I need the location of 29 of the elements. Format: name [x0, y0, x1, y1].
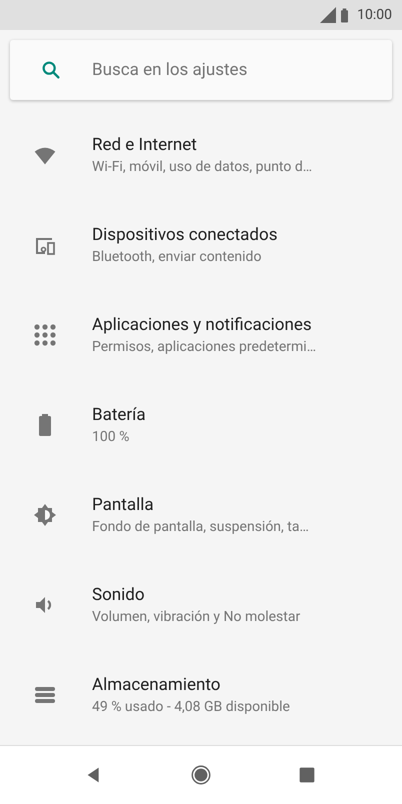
- settings-item[interactable]: Pantalla Fondo de pantalla, suspensión, ta…: [0, 470, 402, 560]
- settings-item[interactable]: Sonido Volumen, vibración y No molestar: [0, 560, 402, 650]
- item-title: Aplicaciones y notificaciones: [92, 315, 313, 335]
- item-summary: Volumen, vibración y No molestar: [92, 609, 300, 625]
- item-summary: Wi-Fi, móvil, uso de datos, punto d…: [92, 159, 312, 175]
- item-title: Almacenamiento: [92, 675, 222, 695]
- settings-item[interactable]: Batería 100 %: [0, 380, 402, 470]
- settings-item[interactable]: Aplicaciones y notificaciones Permisos, aplicaciones predetermi…: [0, 290, 402, 380]
- item-title: Dispositivos conectados: [92, 225, 278, 245]
- search-field[interactable]: Busca en los ajustes: [92, 60, 352, 80]
- item-summary: 100 %: [92, 429, 130, 445]
- apps-grid-icon: [32, 323, 56, 347]
- home-icon: [190, 764, 212, 786]
- battery-icon: [341, 8, 348, 22]
- settings-item[interactable]: Almacenamiento 49 % usado - 4,08 GB disponible: [0, 650, 402, 740]
- clock: 10:00: [357, 7, 392, 23]
- search-icon: [40, 59, 62, 81]
- item-title: Sonido: [92, 585, 146, 605]
- item-summary: 49 % usado - 4,08 GB disponible: [92, 699, 290, 715]
- item-summary: Bluetooth, enviar contenido: [92, 249, 262, 265]
- signal-icon: [320, 7, 336, 23]
- item-title: Pantalla: [92, 495, 155, 515]
- item-title: Red e Internet: [92, 135, 198, 155]
- item-title: Batería: [92, 405, 146, 425]
- settings-item[interactable]: Red e Internet Wi-Fi, móvil, uso de datos, punto d…: [0, 110, 402, 200]
- item-summary: Permisos, aplicaciones predetermi…: [92, 339, 316, 355]
- item-summary: Fondo de pantalla, suspensión, ta…: [92, 519, 309, 535]
- brightness-icon: [32, 503, 56, 527]
- settings-item[interactable]: Dispositivos conectados Bluetooth, enviar contenido: [0, 200, 402, 290]
